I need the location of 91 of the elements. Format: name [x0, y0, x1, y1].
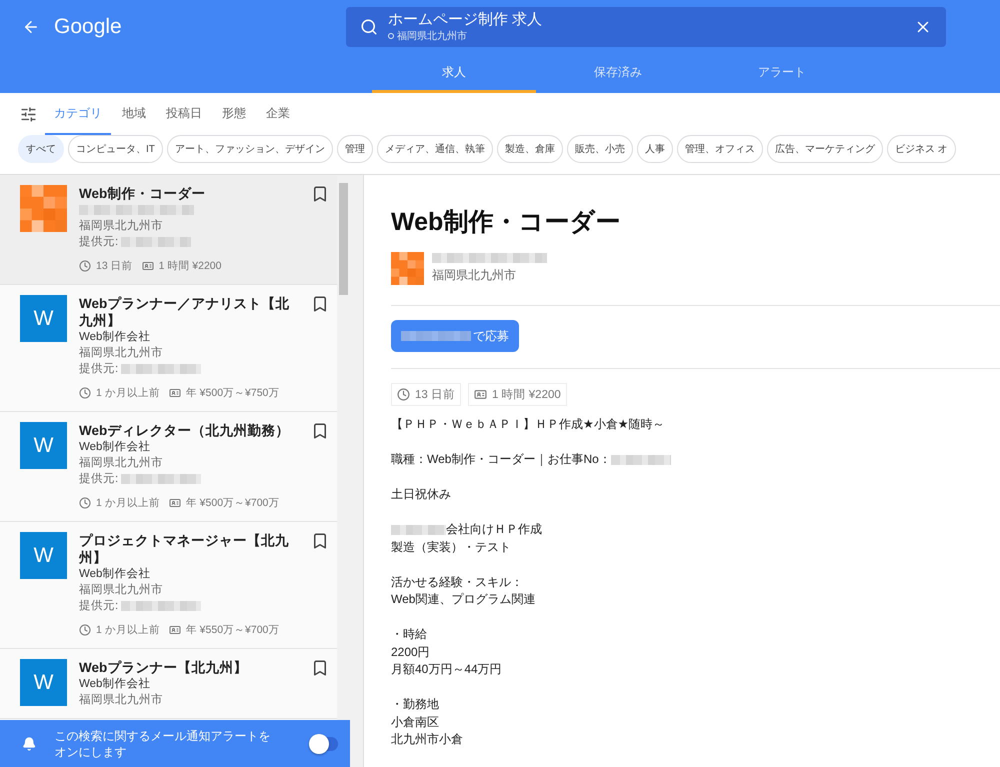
category-chip[interactable]: 広告、マーケティング: [766, 135, 883, 163]
category-chip[interactable]: メディア、通信、執筆: [376, 135, 493, 163]
blurred-text: [121, 236, 192, 247]
category-chip[interactable]: 販売、小売: [566, 135, 633, 163]
filter-tab[interactable]: 投稿日: [157, 93, 211, 135]
job-pay: 1 時間 ¥2200: [158, 259, 222, 274]
job-pay: 年 ¥550万～¥700万: [186, 623, 280, 638]
description-line: 製造（実装）・テスト: [391, 538, 512, 556]
bookmark-icon[interactable]: [311, 532, 329, 550]
description-line: 【ＰＨＰ・ＷｅｂＡＰＩ】ＨＰ作成★小倉★随時～: [391, 416, 666, 433]
filter-tab[interactable]: 形態: [213, 93, 255, 135]
category-chip[interactable]: 製造、倉庫: [496, 135, 563, 163]
apply-button[interactable]: で応募: [391, 320, 519, 352]
job-title: Webプランナー【北九州】: [79, 659, 248, 676]
company-logo: W: [20, 295, 67, 342]
company-logo: W: [20, 422, 67, 469]
provider-label: 提供元:: [79, 473, 118, 485]
job-title: プロジェクトマネージャー【北九州】: [79, 532, 290, 566]
description-line: Web関連、プログラム関連: [391, 591, 536, 608]
description-line: 土日祝休み: [391, 486, 452, 503]
clock-icon: [397, 388, 410, 401]
scrollbar-thumb[interactable]: [339, 183, 348, 295]
description-line: ・時給: [391, 626, 428, 643]
bookmark-icon[interactable]: [311, 422, 329, 440]
filter-tab[interactable]: 企業: [257, 93, 299, 135]
bell-icon: [22, 736, 36, 752]
company-name: Web制作会社: [79, 440, 152, 455]
detail-location: 福岡県北九州市: [432, 267, 517, 284]
description-line: 職種：Web制作・コーダー｜お仕事No：: [391, 451, 1000, 468]
card-icon: [168, 497, 181, 509]
job-title: Webディレクター（北九州勤務）: [79, 422, 290, 439]
clock-icon: [79, 624, 91, 636]
search-icon: [360, 18, 378, 36]
search-field[interactable]: ホームページ制作 求人 福岡県北九州市: [346, 7, 946, 47]
category-chip[interactable]: コンピュータ、IT: [68, 135, 163, 163]
filter-icon[interactable]: [20, 106, 37, 122]
card-icon: [142, 260, 154, 272]
description-line: 小倉南区: [391, 714, 440, 730]
description-line: 活かせる経験・スキル：: [391, 574, 524, 590]
filter-tab[interactable]: 地域: [113, 93, 155, 135]
category-chip[interactable]: ビジネス オ: [886, 135, 956, 163]
job-title: Web制作・コーダー: [79, 185, 206, 202]
bookmark-icon[interactable]: [311, 185, 329, 203]
alert-toggle[interactable]: [311, 736, 338, 750]
category-chip[interactable]: 管理: [336, 135, 373, 163]
category-chip[interactable]: 人事: [636, 135, 673, 163]
google-logo[interactable]: Google: [54, 15, 324, 39]
detail-title: Web制作・コーダー: [391, 207, 622, 238]
job-location: 福岡県北九州市: [79, 692, 164, 708]
provider-label: 提供元:: [79, 363, 118, 375]
bookmark-icon[interactable]: [311, 659, 329, 677]
posted-age: 13 日前: [391, 383, 461, 406]
posted-age: 1 か月以上前: [96, 623, 160, 638]
category-chip[interactable]: 管理、オフィス: [676, 135, 763, 163]
description-line: 2200円: [391, 644, 431, 660]
description-line: 北九州市小倉: [391, 731, 464, 748]
clock-icon: [79, 497, 91, 509]
category-chip[interactable]: すべて: [18, 135, 64, 163]
search-query: ホームページ制作 求人: [388, 11, 544, 29]
description-line: ・勤務地: [391, 696, 440, 713]
job-card[interactable]: Web制作・コーダー 福岡県北九州市 提供元: 13 日前 1 時間 ¥2200: [0, 175, 337, 285]
clock-icon: [79, 387, 91, 399]
clock-icon: [79, 260, 91, 272]
job-title: Webプランナー／アナリスト【北九州】: [79, 295, 290, 329]
bookmark-icon[interactable]: [311, 295, 329, 313]
back-icon[interactable]: [22, 18, 40, 36]
company-logo: W: [20, 532, 67, 579]
card-icon: [168, 387, 181, 399]
provider-label: 提供元:: [79, 236, 118, 248]
company-name: Web制作会社: [79, 566, 152, 582]
posted-age: 13 日前: [96, 259, 133, 274]
category-chip[interactable]: アート、ファッション、デザイン: [166, 135, 333, 163]
provider-label: 提供元:: [79, 600, 118, 612]
posted-age: 1 か月以上前: [96, 386, 160, 401]
job-pay: 年 ¥500万～¥750万: [186, 386, 280, 401]
description-line: 会社向けＨＰ作成: [391, 521, 1000, 538]
card-icon: [168, 624, 181, 636]
job-pay: 1 時間 ¥2200: [468, 383, 567, 406]
card-icon: [474, 388, 487, 401]
company-name: Web制作会社: [79, 330, 152, 345]
description-line: 月額40万円～44万円: [391, 661, 503, 678]
job-location: 福岡県北九州市: [79, 345, 164, 361]
posted-age: 1 か月以上前: [96, 496, 160, 511]
alert-text: この検索に関するメール通知アラートをオンにします: [54, 728, 272, 760]
search-location: 福岡県北九州市: [388, 29, 904, 43]
job-location: 福岡県北九州市: [79, 582, 164, 598]
company-logo: W: [20, 659, 67, 706]
job-pay: 年 ¥500万～¥700万: [186, 496, 280, 511]
job-location: 福岡県北九州市: [79, 455, 164, 471]
job-location: 福岡県北九州市: [79, 218, 164, 234]
company-name: Web制作会社: [79, 676, 152, 692]
